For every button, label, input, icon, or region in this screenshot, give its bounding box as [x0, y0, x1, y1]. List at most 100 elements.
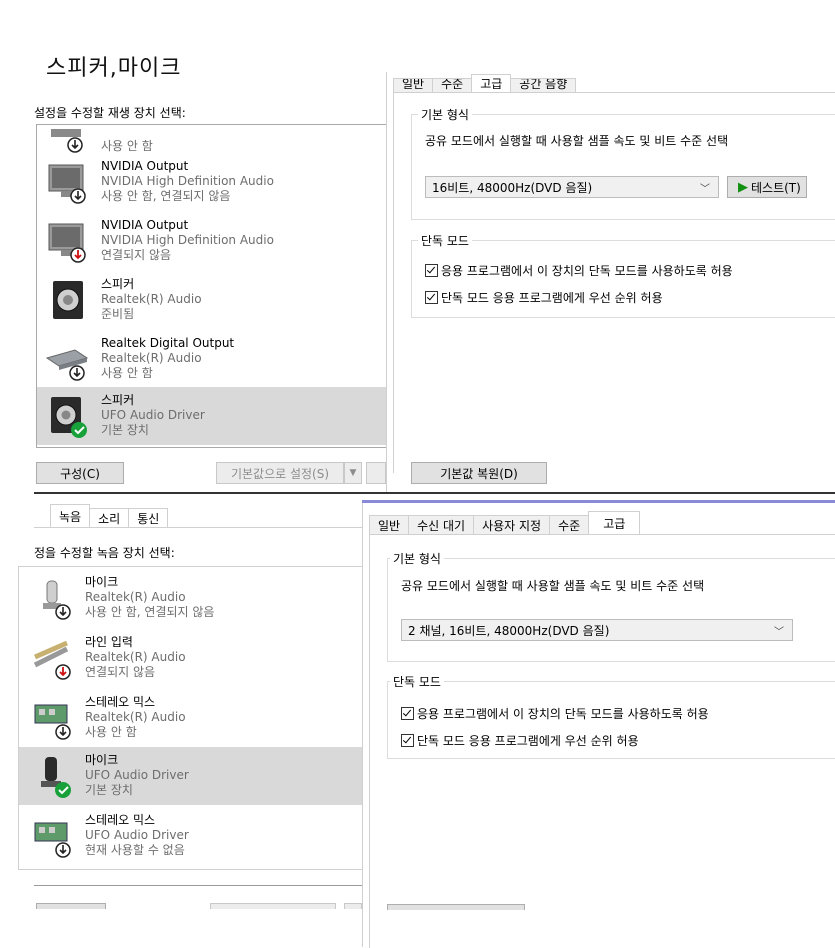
recording-left-tabs: 녹음 소리 통신 [50, 504, 169, 528]
tab-custom[interactable]: 사용자 지정 [473, 515, 551, 535]
tab-general[interactable]: 일반 [393, 78, 434, 92]
restore-defaults-button-partial[interactable] [387, 904, 525, 910]
format-value: 16비트, 48000Hz(DVD 음질) [432, 180, 593, 195]
list-item[interactable]: 스테레오 믹스 UFO Audio Driver 현재 사용할 수 없음 [19, 807, 363, 865]
format-description: 공유 모드에서 실행할 때 사용할 샘플 속도 및 비트 수준 선택 [425, 134, 729, 148]
tab-levels[interactable]: 수준 [549, 515, 590, 535]
format-select[interactable]: 16비트, 48000Hz(DVD 음질) ﹀ [425, 176, 719, 198]
digital-output-icon [45, 349, 89, 381]
exclusive-allow-checkbox[interactable]: 응용 프로그램에서 이 장치의 단독 모드를 사용하도록 허용 [425, 262, 733, 279]
device-status: 현재 사용할 수 없음 [85, 843, 185, 857]
device-name: NVIDIA Output [101, 159, 189, 173]
sound-card-icon [34, 704, 71, 740]
device-driver: Realtek(R) Audio [101, 351, 202, 365]
exclusive-mode-group: 단독 모드 [411, 232, 835, 318]
playback-device-list[interactable]: 사용 안 함 NVIDIA Output NVIDIA High Definit… [36, 124, 388, 448]
properties-button-partial [366, 462, 386, 484]
tab-listen[interactable]: 수신 대기 [408, 515, 475, 535]
chevron-down-icon: ▼ [349, 468, 357, 478]
group-title: 기본 형식 [390, 550, 444, 567]
list-item[interactable]: Realtek Digital Output Realtek(R) Audio … [37, 330, 387, 388]
checkbox-checked-icon [425, 291, 438, 304]
recording-properties-panel: 일반 수신 대기 사용자 지정 수준 고급 기본 형식 공유 모드에서 실행할 … [362, 503, 835, 948]
playback-tabs: 일반 수준 고급 공간 음향 [393, 72, 577, 92]
device-status: 사용 안 함 [85, 725, 137, 739]
default-format-group: 기본 형식 [411, 106, 835, 220]
device-driver: NVIDIA High Definition Audio [101, 174, 274, 188]
device-driver: Realtek(R) Audio [85, 710, 186, 724]
tab-advanced[interactable]: 고급 [588, 511, 641, 535]
set-default-button-partial [210, 903, 336, 909]
device-name: NVIDIA Output [101, 218, 189, 232]
device-driver: UFO Audio Driver [85, 828, 189, 842]
group-title: 기본 형식 [418, 106, 472, 123]
format-value: 2 채널, 16비트, 48000Hz(DVD 음질) [408, 623, 610, 638]
device-name: 스피커 [101, 277, 135, 291]
sound-card-icon [34, 822, 71, 858]
list-item-selected[interactable]: 스피커 UFO Audio Driver 기본 장치 [37, 387, 387, 445]
set-default-button: 기본값으로 설정(S) [216, 462, 344, 484]
device-status: 기본 장치 [101, 423, 149, 437]
tab-spatial-sound[interactable]: 공간 음향 [510, 78, 577, 92]
exclusive-priority-checkbox[interactable]: 단독 모드 응용 프로그램에게 우선 순위 허용 [425, 289, 663, 306]
checkbox-checked-icon [425, 264, 438, 277]
recording-prompt: 정을 수정할 녹음 장치 선택: [34, 546, 175, 560]
device-status: 사용 안 함 [101, 366, 153, 380]
playback-properties-panel: 일반 수준 고급 공간 음향 기본 형식 공유 모드에서 실행할 때 사용할 샘… [386, 72, 835, 492]
device-status: 연결되지 않음 [85, 665, 156, 679]
device-driver: Realtek(R) Audio [101, 292, 202, 306]
list-item-selected[interactable]: 마이크 UFO Audio Driver 기본 장치 [19, 747, 363, 805]
exclusive-priority-checkbox[interactable]: 단독 모드 응용 프로그램에게 우선 순위 허용 [401, 732, 639, 749]
play-icon: ▶ [738, 179, 748, 195]
list-item[interactable]: NVIDIA Output NVIDIA High Definition Aud… [37, 153, 387, 211]
list-bottom-line [34, 885, 362, 886]
chevron-down-icon: ﹀ [700, 184, 710, 195]
line-in-cable-icon [33, 640, 71, 680]
exclusive-allow-checkbox[interactable]: 응용 프로그램에서 이 장치의 단독 모드를 사용하도록 허용 [401, 705, 709, 722]
monitor-icon [48, 223, 86, 263]
device-name: 마이크 [85, 753, 119, 767]
tab-recording[interactable]: 녹음 [50, 504, 91, 528]
restore-defaults-button[interactable]: 기본값 복원(D) [411, 462, 547, 484]
device-name: 스피커 [101, 393, 135, 407]
tab-sounds[interactable]: 소리 [89, 508, 130, 528]
recording-device-list[interactable]: 마이크 Realtek(R) Audio 사용 안 함, 연결되지 않음 라인 … [18, 566, 363, 870]
list-item[interactable]: 라인 입력 Realtek(R) Audio 연결되지 않음 [19, 629, 363, 687]
speaker-icon [53, 281, 83, 319]
device-status: 기본 장치 [85, 783, 133, 797]
device-name: 스테레오 믹스 [85, 813, 156, 827]
device-name: Realtek Digital Output [101, 336, 235, 350]
device-name: 스테레오 믹스 [85, 695, 156, 709]
screenshot-caption: 스피커,마이크 [46, 56, 182, 81]
test-button[interactable]: ▶ 테스트(T) [727, 176, 807, 198]
device-name: 마이크 [85, 575, 119, 589]
tab-general[interactable]: 일반 [369, 515, 410, 535]
tab-advanced[interactable]: 고급 [471, 74, 512, 92]
device-driver: Realtek(R) Audio [85, 590, 186, 604]
group-title: 단독 모드 [390, 673, 444, 690]
list-item[interactable]: 마이크 Realtek(R) Audio 사용 안 함, 연결되지 않음 [19, 569, 363, 627]
monitor-icon [48, 164, 86, 204]
list-item[interactable]: 스테레오 믹스 Realtek(R) Audio 사용 안 함 [19, 689, 363, 747]
device-driver: NVIDIA High Definition Audio [101, 233, 274, 247]
list-item[interactable]: 스피커 Realtek(R) Audio 준비됨 [37, 271, 387, 329]
device-name: 라인 입력 [85, 635, 133, 649]
properties-button-partial [344, 903, 362, 909]
list-item[interactable]: NVIDIA Output NVIDIA High Definition Aud… [37, 212, 387, 270]
configure-button-partial[interactable] [36, 903, 106, 909]
device-status: 사용 안 함, 연결되지 않음 [101, 189, 231, 203]
checkbox-checked-icon [401, 707, 414, 720]
device-status: 사용 안 함, 연결되지 않음 [85, 605, 215, 619]
device-status: 준비됨 [101, 307, 135, 321]
device-status: 연결되지 않음 [101, 248, 172, 262]
format-select[interactable]: 2 채널, 16비트, 48000Hz(DVD 음질) ﹀ [401, 619, 793, 641]
playback-prompt: 설정을 수정할 재생 장치 선택: [34, 106, 186, 120]
device-driver: UFO Audio Driver [101, 408, 205, 422]
configure-button[interactable]: 구성(C) [36, 462, 124, 484]
microphone-icon [41, 757, 71, 798]
chevron-down-icon: ﹀ [774, 627, 784, 638]
device-driver: UFO Audio Driver [85, 768, 189, 782]
tab-levels[interactable]: 수준 [432, 78, 473, 92]
tab-communications[interactable]: 통신 [128, 508, 169, 528]
device-status: 사용 안 함 [101, 139, 153, 153]
